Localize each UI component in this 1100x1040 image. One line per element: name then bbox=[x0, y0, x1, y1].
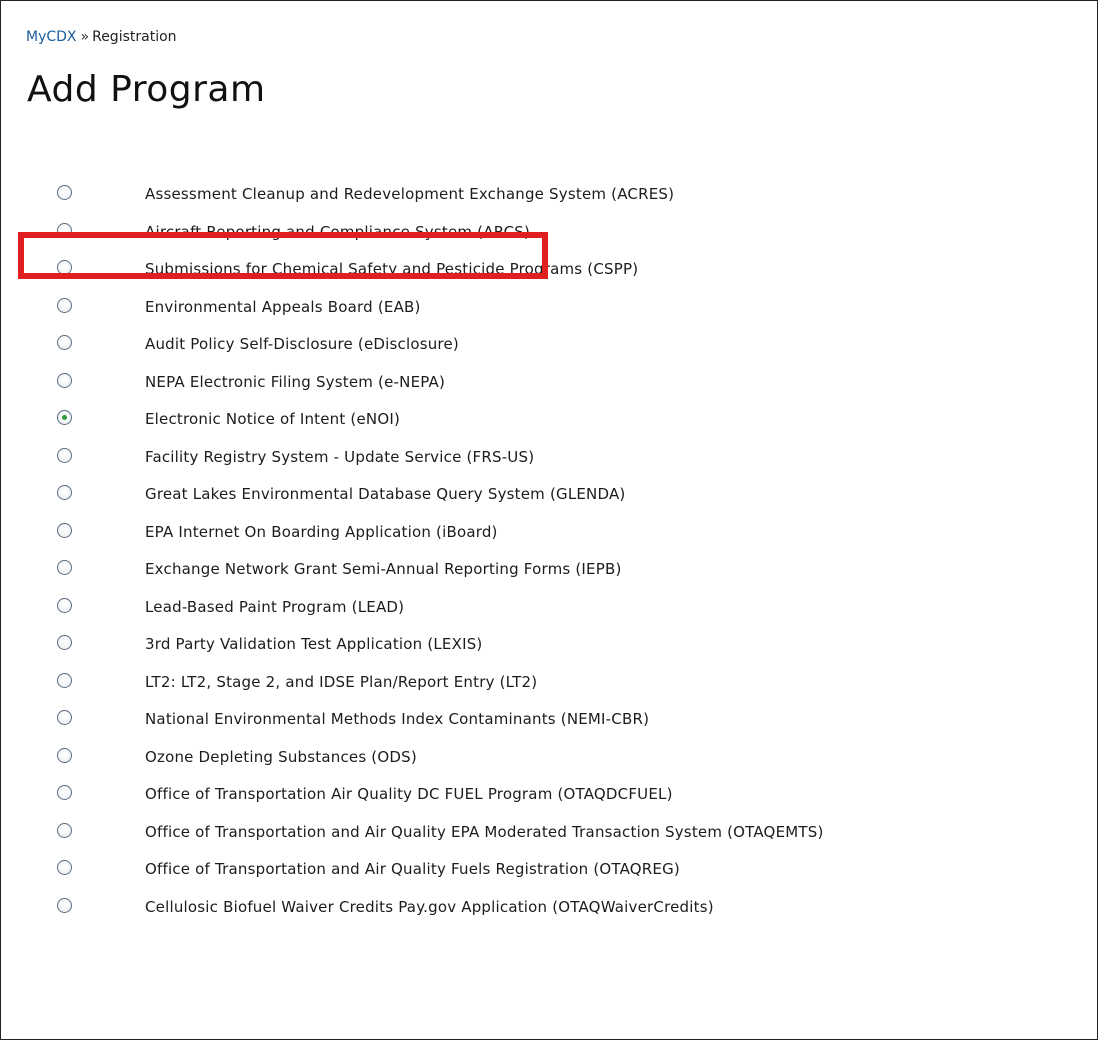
program-radio[interactable] bbox=[57, 185, 72, 200]
breadcrumb-current: Registration bbox=[92, 29, 177, 45]
program-label[interactable]: NEPA Electronic Filing System (e-NEPA) bbox=[145, 373, 445, 391]
program-radio[interactable] bbox=[57, 222, 72, 238]
program-label[interactable]: Submissions for Chemical Safety and Pest… bbox=[145, 260, 638, 278]
program-item[interactable]: LT2: LT2, Stage 2, and IDSE Plan/Report … bbox=[1, 668, 1100, 706]
program-radio[interactable] bbox=[57, 447, 72, 463]
program-label[interactable]: National Environmental Methods Index Con… bbox=[145, 710, 649, 728]
program-item[interactable]: Assessment Cleanup and Redevelopment Exc… bbox=[1, 180, 1100, 218]
program-item[interactable]: Great Lakes Environmental Database Query… bbox=[1, 480, 1100, 518]
program-radio[interactable] bbox=[57, 635, 72, 650]
breadcrumb-link-mycdx[interactable]: MyCDX bbox=[26, 29, 77, 45]
program-item[interactable]: Lead-Based Paint Program (LEAD) bbox=[1, 593, 1100, 631]
program-radio[interactable] bbox=[57, 785, 72, 800]
program-radio[interactable] bbox=[57, 597, 72, 613]
program-label[interactable]: Electronic Notice of Intent (eNOI) bbox=[145, 410, 400, 428]
program-radio[interactable] bbox=[57, 897, 72, 913]
program-item[interactable]: Exchange Network Grant Semi-Annual Repor… bbox=[1, 555, 1100, 593]
page-title: Add Program bbox=[27, 69, 266, 110]
program-item[interactable]: Facility Registry System - Update Servic… bbox=[1, 443, 1100, 481]
program-radio[interactable] bbox=[57, 372, 72, 388]
program-item[interactable]: National Environmental Methods Index Con… bbox=[1, 705, 1100, 743]
program-radio[interactable] bbox=[57, 822, 72, 838]
program-label[interactable]: Aircraft Reporting and Compliance System… bbox=[145, 223, 530, 241]
program-item[interactable]: Aircraft Reporting and Compliance System… bbox=[1, 218, 1100, 256]
breadcrumb: MyCDX» Registration bbox=[26, 29, 177, 45]
program-radio[interactable] bbox=[57, 260, 72, 275]
content-frame: MyCDX» Registration Add Program Assessmen… bbox=[0, 0, 1098, 1040]
program-radio[interactable] bbox=[57, 860, 72, 875]
program-item[interactable]: Cellulosic Biofuel Waiver Credits Pay.go… bbox=[1, 893, 1100, 931]
program-label[interactable]: Audit Policy Self-Disclosure (eDisclosur… bbox=[145, 335, 459, 353]
breadcrumb-separator: » bbox=[80, 29, 90, 45]
program-label[interactable]: Facility Registry System - Update Servic… bbox=[145, 448, 534, 466]
program-label[interactable]: Office of Transportation and Air Quality… bbox=[145, 823, 824, 841]
program-label[interactable]: Lead-Based Paint Program (LEAD) bbox=[145, 598, 404, 616]
program-label[interactable]: Office of Transportation and Air Quality… bbox=[145, 860, 680, 878]
program-label[interactable]: Exchange Network Grant Semi-Annual Repor… bbox=[145, 560, 622, 578]
program-item[interactable]: EPA Internet On Boarding Application (iB… bbox=[1, 518, 1100, 556]
program-radio[interactable] bbox=[57, 297, 72, 313]
program-item[interactable]: Environmental Appeals Board (EAB) bbox=[1, 293, 1100, 331]
program-item[interactable]: Electronic Notice of Intent (eNOI) bbox=[1, 405, 1100, 443]
program-radio[interactable] bbox=[57, 747, 72, 763]
program-item[interactable]: NEPA Electronic Filing System (e-NEPA) bbox=[1, 368, 1100, 406]
program-item[interactable]: Office of Transportation and Air Quality… bbox=[1, 855, 1100, 893]
program-list: Assessment Cleanup and Redevelopment Exc… bbox=[1, 180, 1100, 930]
program-radio[interactable] bbox=[57, 560, 72, 575]
program-label[interactable]: Ozone Depleting Substances (ODS) bbox=[145, 748, 417, 766]
program-item[interactable]: Ozone Depleting Substances (ODS) bbox=[1, 743, 1100, 781]
program-item[interactable]: Office of Transportation Air Quality DC … bbox=[1, 780, 1100, 818]
program-label[interactable]: 3rd Party Validation Test Application (L… bbox=[145, 635, 482, 653]
program-radio[interactable] bbox=[57, 672, 72, 688]
program-label[interactable]: EPA Internet On Boarding Application (iB… bbox=[145, 523, 498, 541]
program-radio[interactable] bbox=[57, 710, 72, 725]
program-label[interactable]: Cellulosic Biofuel Waiver Credits Pay.go… bbox=[145, 898, 714, 916]
program-item[interactable]: 3rd Party Validation Test Application (L… bbox=[1, 630, 1100, 668]
program-label[interactable]: Assessment Cleanup and Redevelopment Exc… bbox=[145, 185, 674, 203]
program-radio[interactable] bbox=[57, 485, 72, 500]
program-label[interactable]: Great Lakes Environmental Database Query… bbox=[145, 485, 625, 503]
program-radio[interactable] bbox=[57, 335, 72, 350]
program-item[interactable]: Office of Transportation and Air Quality… bbox=[1, 818, 1100, 856]
program-item[interactable]: Audit Policy Self-Disclosure (eDisclosur… bbox=[1, 330, 1100, 368]
program-label[interactable]: LT2: LT2, Stage 2, and IDSE Plan/Report … bbox=[145, 673, 537, 691]
program-radio[interactable] bbox=[57, 522, 72, 538]
program-label[interactable]: Environmental Appeals Board (EAB) bbox=[145, 298, 421, 316]
program-label[interactable]: Office of Transportation Air Quality DC … bbox=[145, 785, 673, 803]
program-item[interactable]: Submissions for Chemical Safety and Pest… bbox=[1, 255, 1100, 293]
program-radio-selected[interactable] bbox=[57, 410, 72, 425]
